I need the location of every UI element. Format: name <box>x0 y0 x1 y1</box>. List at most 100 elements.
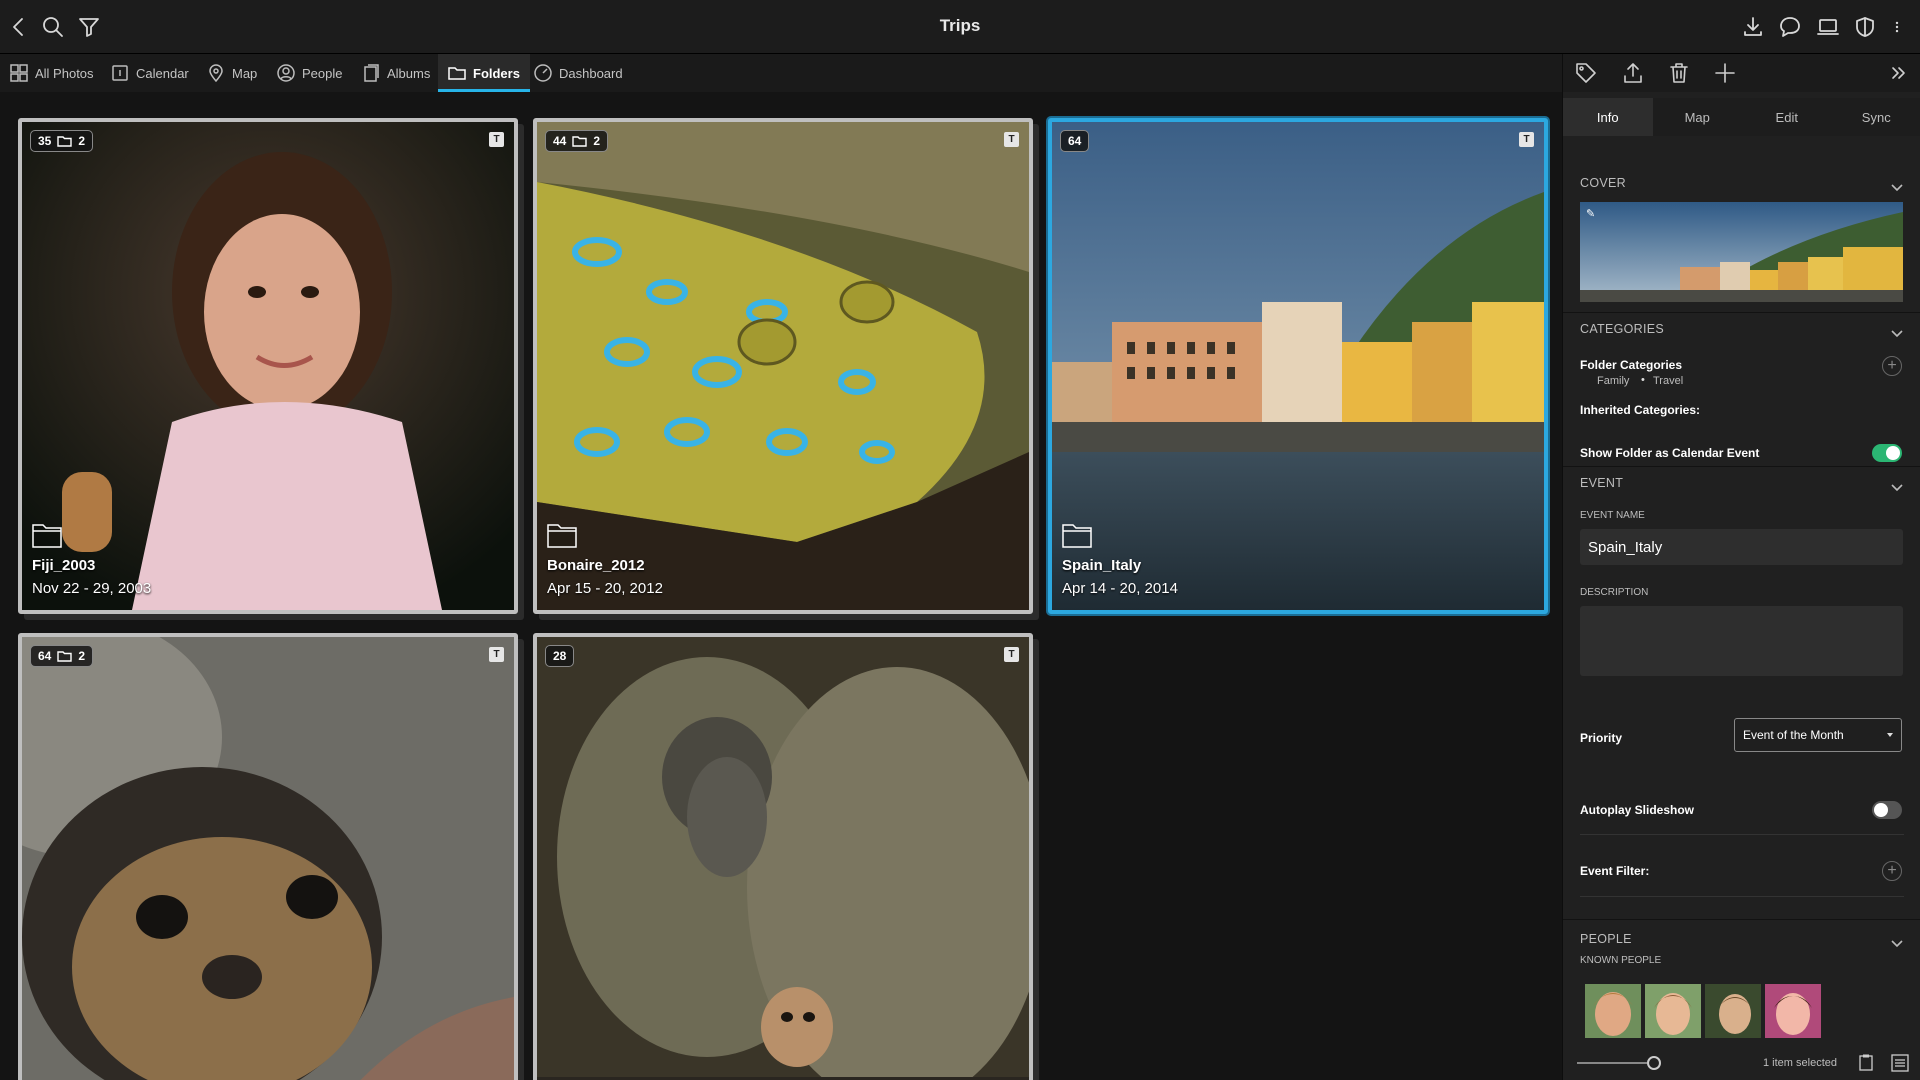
tag-badge: T <box>489 132 504 147</box>
panel-toolbar <box>1563 54 1920 92</box>
tab-label: All Photos <box>35 65 94 81</box>
folder-dates: Apr 15 - 20, 2012 <box>547 580 663 597</box>
folder-thumbnail <box>537 122 1029 610</box>
tag-badge: T <box>1004 647 1019 662</box>
subfolder-count: 2 <box>78 134 86 148</box>
chevron-down-icon[interactable] <box>1890 326 1904 338</box>
tag-icon[interactable] <box>1575 62 1597 84</box>
count-badge: 28 <box>545 645 575 667</box>
priority-select[interactable]: Event of the Month <box>1734 718 1902 752</box>
person-avatar[interactable] <box>1705 984 1761 1038</box>
tab-label: Dashboard <box>559 65 623 81</box>
event-name-input[interactable]: Spain_Italy <box>1580 529 1903 565</box>
zoom-slider-track[interactable] <box>1577 1062 1647 1064</box>
trash-icon[interactable] <box>1668 62 1690 84</box>
person-avatar[interactable] <box>1645 984 1701 1038</box>
category-chip-family[interactable]: Family <box>1597 375 1629 387</box>
top-bar: Trips <box>0 0 1920 54</box>
collapse-panel-icon[interactable] <box>1888 62 1905 84</box>
divider <box>1563 919 1920 920</box>
calendar-icon <box>112 65 128 81</box>
panel-tab-map[interactable]: Map <box>1653 98 1743 136</box>
folder-icon <box>448 67 466 80</box>
folder-thumbnail <box>22 122 514 610</box>
share-icon[interactable] <box>1622 62 1644 84</box>
subfolder-icon <box>57 136 73 147</box>
count-badge: 64 2 <box>30 645 94 667</box>
more-icon[interactable] <box>1890 14 1904 40</box>
shield-icon[interactable] <box>1852 14 1878 40</box>
folder-card-4[interactable]: 64 2 T <box>18 633 518 1080</box>
list-icon[interactable] <box>1891 1054 1909 1072</box>
person-avatar[interactable] <box>1585 984 1641 1038</box>
divider <box>1563 312 1920 313</box>
folder-icon <box>32 522 62 548</box>
tab-dashboard[interactable]: Dashboard <box>534 54 623 92</box>
chevron-down-icon[interactable] <box>1890 936 1904 948</box>
panel-tab-sync[interactable]: Sync <box>1832 98 1920 136</box>
folder-card-5[interactable]: 28 T <box>533 633 1033 1080</box>
chevron-down-icon[interactable] <box>1890 480 1904 492</box>
folder-card-fiji[interactable]: 35 2 T Fiji_2003 Nov 22 - 29, 2003 <box>18 118 518 614</box>
folder-thumbnail <box>22 637 514 1080</box>
description-input[interactable] <box>1580 606 1903 676</box>
tab-folders[interactable]: Folders <box>438 54 530 92</box>
person-icon <box>277 64 295 82</box>
autoplay-toggle[interactable] <box>1872 801 1902 819</box>
folder-dates: Nov 22 - 29, 2003 <box>32 580 152 597</box>
panel-tab-info[interactable]: Info <box>1563 98 1653 136</box>
event-filter-label: Event Filter: <box>1580 864 1650 878</box>
tab-albums[interactable]: Albums <box>362 54 430 92</box>
tab-map[interactable]: Map <box>207 54 257 92</box>
chevron-down-icon[interactable] <box>1890 180 1904 192</box>
photo-count: 64 <box>1068 134 1082 148</box>
cover-header: COVER <box>1580 176 1626 190</box>
add-event-filter-button[interactable]: + <box>1882 861 1902 881</box>
laptop-icon[interactable] <box>1815 14 1841 40</box>
divider <box>1580 896 1904 897</box>
bullet-separator: • <box>1641 374 1645 386</box>
folder-name: Bonaire_2012 <box>547 557 645 574</box>
photo-count: 35 <box>38 134 52 148</box>
category-chip-travel[interactable]: Travel <box>1653 375 1683 387</box>
zoom-slider-handle[interactable] <box>1647 1056 1661 1070</box>
window-title: Trips <box>939 16 981 35</box>
tag-badge: T <box>1004 132 1019 147</box>
show-calendar-toggle[interactable] <box>1872 444 1902 462</box>
edit-cover-icon[interactable]: ✎ <box>1586 207 1595 220</box>
chat-icon[interactable] <box>1777 14 1803 40</box>
tab-label: Map <box>232 65 258 81</box>
folder-card-spain-italy[interactable]: 64 T Spain_Italy Apr 14 - 20, 2014 <box>1048 118 1548 614</box>
photo-count: 64 <box>38 649 52 663</box>
cover-image[interactable]: ✎ <box>1580 202 1903 302</box>
info-panel: Info Map Edit Sync COVER ✎ CATEGORIES Fo… <box>1562 54 1920 1080</box>
add-category-button[interactable]: + <box>1882 356 1902 376</box>
tab-label: People <box>302 65 343 81</box>
photo-count: 44 <box>553 134 567 148</box>
categories-header: CATEGORIES <box>1580 322 1665 336</box>
folder-thumbnail <box>537 637 1029 1080</box>
album-icon <box>364 64 379 82</box>
tab-people[interactable]: People <box>277 54 342 92</box>
tag-badge: T <box>1519 132 1534 147</box>
event-name-label: EVENT NAME <box>1580 510 1645 521</box>
people-header: PEOPLE <box>1580 932 1632 946</box>
person-avatar[interactable] <box>1765 984 1821 1038</box>
panel-tab-edit[interactable]: Edit <box>1742 98 1832 136</box>
subfolder-icon <box>57 651 73 662</box>
import-icon[interactable] <box>1740 14 1766 40</box>
grid-icon <box>10 64 28 82</box>
chevron-down-icon <box>1887 733 1893 737</box>
selection-status: 1 item selected <box>1763 1057 1837 1069</box>
tab-label: Albums <box>387 65 431 81</box>
tab-all-photos[interactable]: All Photos <box>10 54 94 92</box>
folder-icon <box>547 522 577 548</box>
tab-calendar[interactable]: Calendar <box>111 54 189 92</box>
add-icon[interactable] <box>1714 62 1736 84</box>
description-label: DESCRIPTION <box>1580 587 1649 598</box>
folder-icon <box>1062 522 1092 548</box>
count-badge: 64 <box>1060 130 1090 152</box>
show-calendar-label: Show Folder as Calendar Event <box>1580 446 1760 460</box>
clipboard-icon[interactable] <box>1859 1054 1873 1071</box>
folder-card-bonaire[interactable]: 44 2 T Bonaire_2012 Apr 15 - 20, 2012 <box>533 118 1033 614</box>
